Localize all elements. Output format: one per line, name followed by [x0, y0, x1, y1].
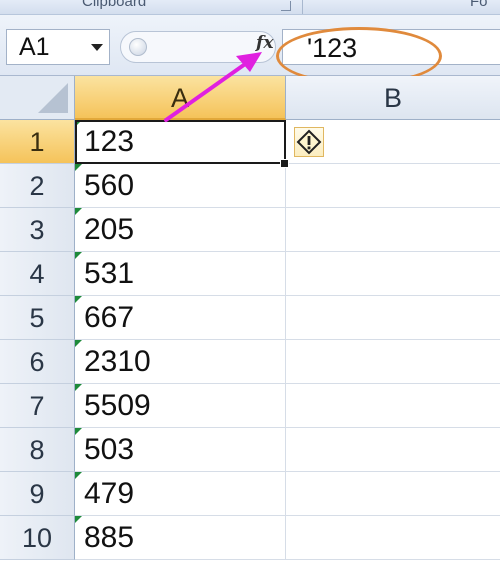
- cell-value: 479: [84, 477, 135, 510]
- select-all-button[interactable]: [0, 76, 75, 120]
- name-box-value: A1: [19, 33, 50, 61]
- row-header-2[interactable]: 2: [0, 164, 75, 208]
- warning-diamond-icon: [296, 129, 322, 155]
- error-indicator-icon: [75, 120, 82, 127]
- error-indicator-icon: [75, 472, 82, 479]
- row-header-7[interactable]: 7: [0, 384, 75, 428]
- row-header-9[interactable]: 9: [0, 472, 75, 516]
- cell-value: 503: [84, 433, 135, 466]
- insert-function-icon[interactable]: fx: [256, 33, 273, 53]
- cell-a10[interactable]: 885: [75, 516, 286, 560]
- row-header-5[interactable]: 5: [0, 296, 75, 340]
- ribbon-separator: [302, 0, 303, 14]
- cell-value: 205: [84, 213, 135, 246]
- name-box[interactable]: A1: [6, 29, 110, 65]
- cell-a9[interactable]: 479: [75, 472, 286, 516]
- error-indicator-icon: [75, 428, 82, 435]
- row-header-6[interactable]: 6: [0, 340, 75, 384]
- spreadsheet-grid: A B 1 123 2 560 3 205 4 531 5 667 6 2310 7 5509 8 503 9 4…: [0, 76, 500, 574]
- cell-b8[interactable]: [286, 428, 500, 472]
- cell-b4[interactable]: [286, 252, 500, 296]
- column-header-a[interactable]: A: [75, 76, 286, 120]
- ribbon-group-clipboard: Clipboard: [82, 0, 147, 10]
- fill-handle[interactable]: [280, 159, 289, 168]
- resize-handle-icon[interactable]: [129, 38, 147, 56]
- formula-bar: A1 fx '123: [0, 15, 500, 85]
- cell-b3[interactable]: [286, 208, 500, 252]
- error-indicator-icon: [75, 164, 82, 171]
- chevron-down-icon[interactable]: [91, 44, 103, 51]
- dialog-launcher-icon[interactable]: [281, 1, 291, 11]
- cell-value: 667: [84, 301, 135, 334]
- cell-b9[interactable]: [286, 472, 500, 516]
- row-header-8[interactable]: 8: [0, 428, 75, 472]
- cell-value: 123: [84, 125, 135, 158]
- error-indicator-icon: [75, 252, 82, 259]
- cell-b5[interactable]: [286, 296, 500, 340]
- error-indicator-icon: [75, 516, 82, 523]
- error-indicator-icon: [75, 384, 82, 391]
- cell-value: 531: [84, 257, 135, 290]
- row-header-4[interactable]: 4: [0, 252, 75, 296]
- row-header-3[interactable]: 3: [0, 208, 75, 252]
- error-indicator-icon: [75, 340, 82, 347]
- ribbon-group-font: Fo: [470, 0, 488, 10]
- row-header-10[interactable]: 10: [0, 516, 75, 560]
- cell-b2[interactable]: [286, 164, 500, 208]
- cell-value: 2310: [84, 345, 151, 378]
- cell-a2[interactable]: 560: [75, 164, 286, 208]
- column-header-b[interactable]: B: [286, 76, 500, 120]
- cell-a8[interactable]: 503: [75, 428, 286, 472]
- cell-b6[interactable]: [286, 340, 500, 384]
- cell-b7[interactable]: [286, 384, 500, 428]
- formula-bar-resize-track[interactable]: [120, 31, 276, 63]
- error-indicator-icon: [75, 208, 82, 215]
- cell-b10[interactable]: [286, 516, 500, 560]
- cell-a3[interactable]: 205: [75, 208, 286, 252]
- cell-value: 5509: [84, 389, 151, 422]
- cell-a1[interactable]: 123: [75, 120, 286, 164]
- row-header-1[interactable]: 1: [0, 120, 75, 164]
- cell-value: 885: [84, 521, 135, 554]
- ribbon-strip: Clipboard Fo: [0, 0, 500, 15]
- cell-a5[interactable]: 667: [75, 296, 286, 340]
- cell-a7[interactable]: 5509: [75, 384, 286, 428]
- cell-a4[interactable]: 531: [75, 252, 286, 296]
- error-check-button[interactable]: [294, 127, 324, 157]
- cell-a6[interactable]: 2310: [75, 340, 286, 384]
- cell-value: 560: [84, 169, 135, 202]
- select-all-triangle-icon: [38, 83, 68, 113]
- error-indicator-icon: [75, 296, 82, 303]
